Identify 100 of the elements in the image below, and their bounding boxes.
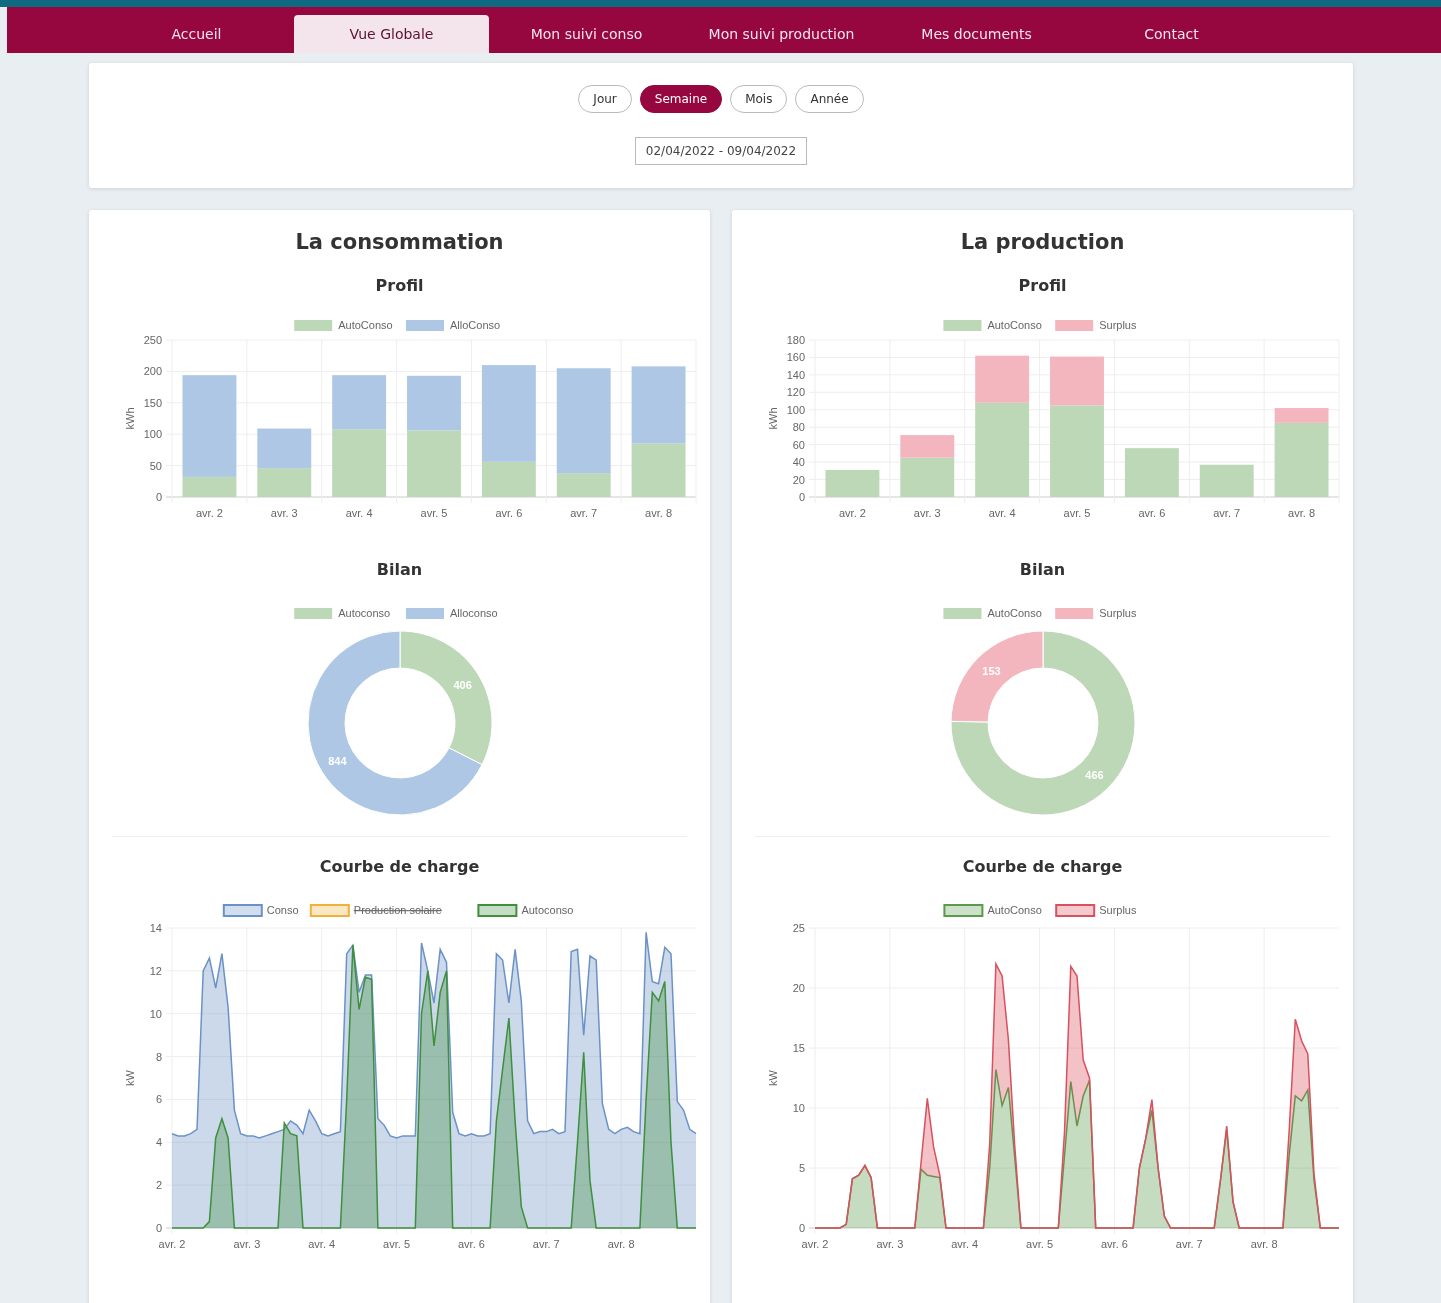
axis-tick-label: 10: [149, 1007, 162, 1020]
bar: [256, 468, 311, 497]
axis-tick-label: 0: [155, 1222, 162, 1234]
data-label: 844: [327, 755, 347, 768]
axis-tick-label: 120: [786, 386, 805, 399]
legend-label[interactable]: Alloconso: [449, 607, 498, 619]
axis-tick-label: avr. 4: [307, 1238, 335, 1250]
axis-tick-label: 10: [792, 1102, 805, 1114]
axis-tick-label: 200: [143, 365, 162, 378]
legend-label[interactable]: Autoconso: [337, 607, 390, 619]
nav-tab[interactable]: Vue Globale: [294, 15, 489, 53]
data-label: 153: [981, 664, 1001, 677]
legend-label[interactable]: AutoConso: [986, 607, 1042, 619]
legend-swatch: [476, 904, 517, 917]
legend-label[interactable]: AutoConso: [986, 319, 1042, 331]
axis-tick-label: avr. 3: [913, 507, 941, 519]
section-title: Courbe de charge: [962, 857, 1123, 876]
axis-tick-label: avr. 8: [1250, 1238, 1278, 1250]
axis-tick-label: 25: [792, 922, 805, 934]
axis-tick-label: 0: [798, 1222, 805, 1234]
legend-label[interactable]: Production solaire: [353, 904, 442, 916]
legend-swatch: [1054, 904, 1095, 917]
nav-tab[interactable]: Mon suivi conso: [489, 15, 684, 53]
legend-label[interactable]: Surplus: [1098, 319, 1136, 331]
axis-tick-label: 150: [143, 396, 162, 409]
axis-tick-label: avr. 6: [1137, 507, 1165, 519]
legend-swatch: [942, 320, 981, 331]
section-title: Courbe de charge: [319, 857, 480, 876]
bar: [256, 428, 311, 469]
axis-tick-label: 15: [792, 1042, 805, 1054]
legend-swatch: [293, 320, 332, 331]
period-button[interactable]: Mois: [730, 85, 788, 113]
legend-swatch: [942, 904, 983, 917]
card-title: La production: [960, 230, 1125, 254]
legend-swatch: [293, 608, 332, 619]
section-title: Bilan: [1019, 560, 1066, 579]
nav-tab[interactable]: Mes documents: [879, 15, 1074, 53]
axis-tick-label: avr. 8: [644, 507, 672, 519]
axis-tick-label: avr. 7: [1212, 507, 1240, 519]
axis-tick-label: avr. 8: [607, 1238, 635, 1250]
axis-tick-label: 8: [155, 1050, 162, 1063]
legend-label[interactable]: AutoConso: [337, 319, 393, 331]
axis-tick-label: avr. 3: [875, 1238, 903, 1250]
legend-label[interactable]: Conso: [266, 904, 299, 916]
bar: [1124, 448, 1179, 497]
date-range-field[interactable]: 02/04/2022 - 09/04/2022: [634, 137, 808, 165]
axis-tick-label: avr. 5: [382, 1238, 410, 1250]
axis-tick-label: 250: [143, 334, 162, 346]
period-button[interactable]: Jour: [578, 85, 632, 113]
axis-tick-label: 14: [149, 922, 162, 934]
axis-tick-label: avr. 7: [569, 507, 597, 519]
period-button[interactable]: Semaine: [639, 85, 723, 113]
legend-swatch: [222, 904, 263, 917]
axis-tick-label: 100: [786, 403, 805, 416]
axis-tick-label: avr. 8: [1287, 507, 1315, 519]
axis-tick-label: avr. 2: [838, 507, 866, 519]
legend-swatch: [1054, 320, 1093, 331]
nav-tab[interactable]: Accueil: [99, 15, 294, 53]
data-label: 406: [452, 678, 472, 691]
axis-tick-label: 0: [798, 491, 805, 503]
axis-tick-label: 6: [155, 1093, 162, 1106]
legend-label[interactable]: AutoConso: [986, 904, 1042, 916]
axis-tick-label: avr. 2: [195, 507, 223, 519]
bar: [406, 430, 461, 497]
axis-tick-label: 160: [786, 351, 805, 364]
legend-swatch: [1054, 608, 1093, 619]
axis-tick-label: 50: [149, 459, 162, 472]
axis-tick-label: 20: [792, 473, 805, 486]
bar: [331, 375, 386, 430]
section-title: Profil: [375, 276, 424, 295]
axis-tick-label: 100: [143, 428, 162, 441]
nav-tab[interactable]: Contact: [1074, 15, 1269, 53]
axis-tick-label: avr. 4: [950, 1238, 978, 1250]
axis-tick-label: avr. 3: [270, 507, 298, 519]
axis-tick-label: 4: [155, 1136, 162, 1149]
axis-tick-label: avr. 5: [420, 507, 447, 519]
legend-label[interactable]: Surplus: [1098, 607, 1136, 619]
period-button[interactable]: Année: [795, 85, 864, 113]
axis-title: kW: [123, 1070, 136, 1086]
legend-swatch: [309, 904, 350, 917]
axis-tick-label: avr. 4: [345, 507, 373, 519]
legend-label[interactable]: AlloConso: [449, 319, 500, 331]
axis-tick-label: avr. 5: [1025, 1238, 1053, 1250]
legend-label[interactable]: Autoconso: [520, 904, 573, 916]
legend-swatch: [405, 320, 444, 331]
data-label: 466: [1084, 769, 1104, 782]
axis-tick-label: 60: [792, 438, 805, 451]
axis-tick-label: 40: [792, 456, 805, 469]
bar: [825, 469, 879, 497]
axis-tick-label: avr. 4: [988, 507, 1016, 519]
axis-tick-label: avr. 6: [457, 1238, 485, 1250]
section-title: Profil: [1018, 276, 1067, 295]
axis-tick-label: avr. 7: [1175, 1238, 1203, 1250]
legend-label[interactable]: Surplus: [1098, 904, 1136, 916]
card-title: La consommation: [295, 230, 504, 254]
bar: [406, 375, 461, 431]
axis-title: kWh: [123, 407, 136, 430]
axis-tick-label: 20: [792, 982, 805, 994]
nav-tab[interactable]: Mon suivi production: [684, 15, 879, 53]
axis-tick-label: 12: [149, 964, 162, 977]
